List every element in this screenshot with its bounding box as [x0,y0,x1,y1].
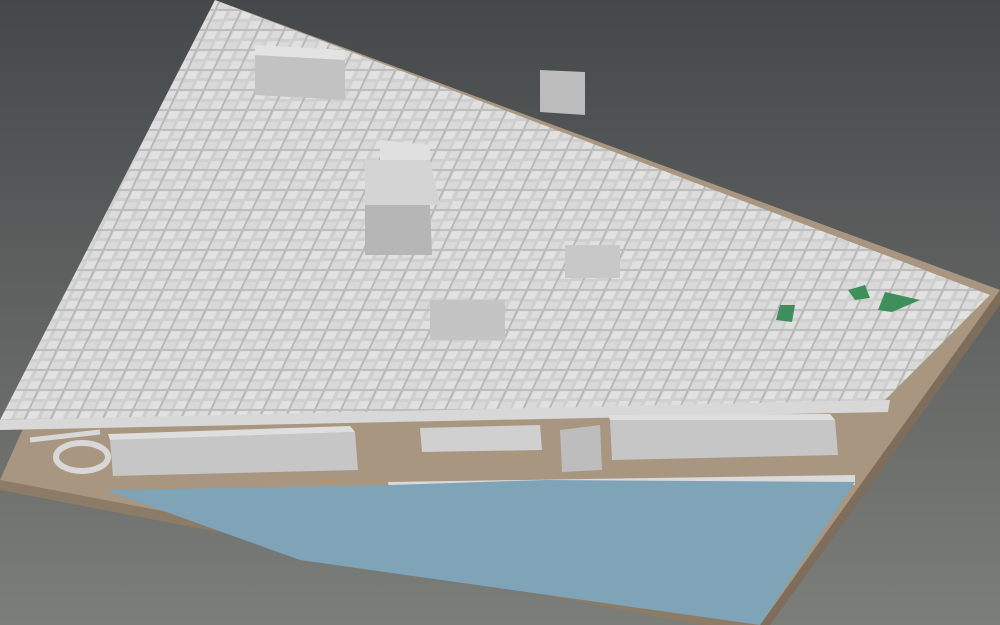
city-3d-model[interactable] [0,0,1000,625]
